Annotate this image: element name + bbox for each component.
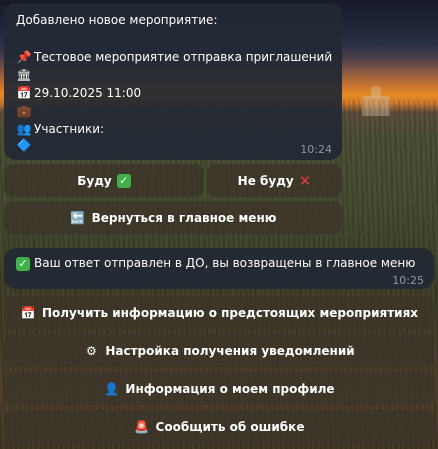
classical-building-icon: 🏛 <box>16 68 32 82</box>
person-icon: 👤 <box>103 381 119 396</box>
event-datetime-line: 📅 29.10.2025 11:00 <box>16 86 142 101</box>
event-title-line: 📌 Тестовое мероприятие отправка приглашен… <box>16 50 333 65</box>
notifications-label: Настройка получения уведомлений <box>105 343 355 358</box>
attend-button[interactable]: Буду ✓ <box>4 164 204 197</box>
message-header: Добавлено новое мероприятие: <box>16 13 218 27</box>
event-title: Тестовое мероприятие отправка приглашени… <box>34 50 333 64</box>
event-extra-line: 🔷 <box>16 138 34 153</box>
event-datetime: 29.10.2025 11:00 <box>34 86 142 100</box>
person-icon: 💼 <box>16 104 32 118</box>
gear-icon: ⚙ <box>85 343 97 358</box>
two-people-icon: 👥 <box>16 122 32 136</box>
calendar-icon: 📅 <box>16 86 32 100</box>
blue-diamond-icon: 🔷 <box>16 138 32 152</box>
confirmation-message-bubble: ✓ Ваш ответ отправлен в ДО, вы возвращены… <box>4 248 434 289</box>
back-to-main-menu-button[interactable]: 🔙 Вернуться в главное меню <box>4 201 342 234</box>
back-arrow-icon: 🔙 <box>70 210 86 225</box>
profile-info-button[interactable]: 👤 Информация о моем профиле <box>4 372 434 405</box>
event-participants-line: 👥 Участники: <box>16 122 105 137</box>
wallpaper-church <box>362 86 390 116</box>
event-message-bubble: Добавлено новое мероприятие: 📌 Тестовое м… <box>4 3 342 160</box>
decline-label: Не буду <box>237 173 294 188</box>
check-mark-icon: ✓ <box>116 173 131 188</box>
check-mark-icon: ✓ <box>16 257 30 271</box>
confirmation-text: Ваш ответ отправлен в ДО, вы возвращены … <box>34 256 416 270</box>
notification-settings-button[interactable]: ⚙ Настройка получения уведомлений <box>4 334 434 367</box>
message-time: 10:25 <box>392 274 424 287</box>
decline-button[interactable]: Не буду ✕ <box>207 164 342 197</box>
upcoming-events-button[interactable]: 📅 Получить информацию о предстоящих меро… <box>4 296 434 329</box>
pushpin-icon: 📌 <box>16 50 32 64</box>
profile-label: Информация о моем профиле <box>125 381 335 396</box>
upcoming-label: Получить информацию о предстоящих меропр… <box>41 305 419 320</box>
cross-mark-icon: ✕ <box>298 171 312 190</box>
message-time: 10:24 <box>300 143 332 156</box>
attend-label: Буду <box>77 173 112 188</box>
event-organizer-line: 💼 <box>16 104 34 119</box>
report-label: Сообщить об ошибке <box>155 419 305 434</box>
participants-label: Участники: <box>34 122 105 136</box>
back-label: Вернуться в главное меню <box>91 210 277 225</box>
event-location-line: 🏛 <box>16 68 34 83</box>
siren-icon: 🚨 <box>134 419 149 434</box>
calendar-icon: 📅 <box>20 305 36 320</box>
confirmation-line: ✓ Ваш ответ отправлен в ДО, вы возвращены… <box>16 256 415 271</box>
report-error-button[interactable]: 🚨 Сообщить об ошибке <box>4 410 434 443</box>
